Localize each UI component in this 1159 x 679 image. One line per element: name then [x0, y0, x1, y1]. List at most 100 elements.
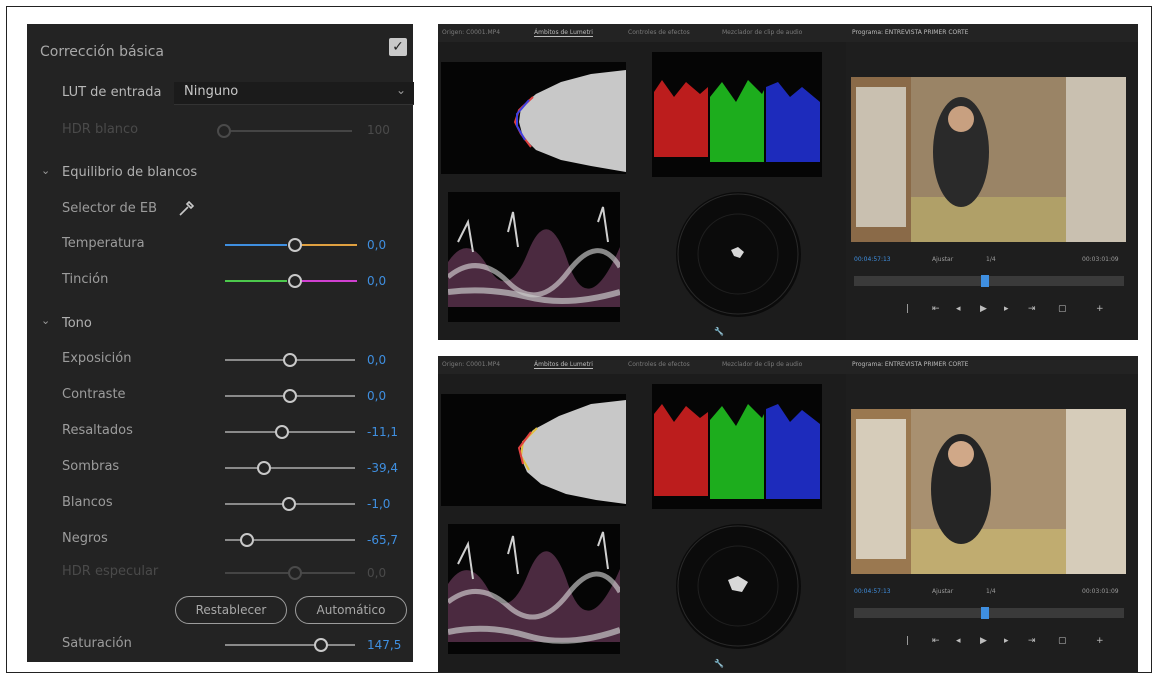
- transport-controls: | ⇤ ◂ ▶ ▸ ⇥ ▢ +: [906, 304, 1126, 316]
- wb-selector-label: Selector de EB: [62, 201, 158, 216]
- step-forward-icon[interactable]: ▸: [1004, 636, 1009, 646]
- saturation-thumb[interactable]: [314, 638, 329, 652]
- auto-button[interactable]: Automático: [295, 596, 407, 624]
- program-scrubber[interactable]: [854, 275, 1124, 287]
- tint-value[interactable]: 0,0: [367, 274, 386, 288]
- tab-effect-controls[interactable]: Controles de efectos: [628, 29, 690, 36]
- hdr-white-thumb: [217, 124, 231, 138]
- tab-source[interactable]: Origen: C0001.MP4: [442, 361, 500, 368]
- tone-slider-label: Sombras: [62, 459, 120, 474]
- section-enable-checkbox[interactable]: ✓: [389, 38, 407, 56]
- playhead[interactable]: [980, 275, 989, 287]
- transport-controls: | ⇤ ◂ ▶ ▸ ⇥ ▢ +: [906, 636, 1126, 648]
- program-title: Programa: ENTREVISTA PRIMER CORTE: [852, 29, 969, 36]
- tone-slider-value[interactable]: -1,0: [367, 497, 390, 511]
- step-back-icon[interactable]: ◂: [956, 304, 961, 314]
- vectorscope: [676, 524, 801, 649]
- current-timecode[interactable]: 00:04:57:13: [854, 256, 891, 263]
- tone-slider-thumb[interactable]: [283, 353, 297, 367]
- tab-lumetri-scopes[interactable]: Ámbitos de Lumetri: [534, 29, 593, 37]
- chevron-down-icon: ⌄: [395, 83, 406, 97]
- chevron-down-icon[interactable]: ⌄: [41, 164, 50, 177]
- button-editor-icon[interactable]: +: [1096, 636, 1104, 646]
- program-monitor: 00:04:57:13 Ajustar 1/4 00:03:01:09 | ⇤ …: [846, 42, 1138, 340]
- tone-slider-thumb[interactable]: [275, 425, 290, 439]
- fit-select[interactable]: Ajustar: [932, 256, 953, 263]
- program-scrubber[interactable]: [854, 607, 1124, 619]
- go-to-in-icon[interactable]: ⇤: [932, 636, 940, 646]
- tone-slider-value[interactable]: 0,0: [367, 389, 386, 403]
- temperature-label: Temperatura: [62, 236, 145, 251]
- tone-slider-thumb[interactable]: [281, 497, 296, 511]
- button-editor-icon[interactable]: +: [1096, 304, 1104, 314]
- current-timecode[interactable]: 00:04:57:13: [854, 588, 891, 595]
- duration-timecode: 00:03:01:09: [1082, 256, 1119, 263]
- hdr-white-slider: [222, 130, 352, 132]
- tone-slider-label: Resaltados: [62, 423, 133, 438]
- lut-label: LUT de entrada: [62, 85, 162, 100]
- wrench-icon[interactable]: 🔧: [714, 659, 724, 668]
- white-balance-title: Equilibrio de blancos: [62, 165, 198, 180]
- duration-timecode: 00:03:01:09: [1082, 588, 1119, 595]
- play-icon[interactable]: ▶: [980, 304, 987, 314]
- play-icon[interactable]: ▶: [980, 636, 987, 646]
- mark-in-icon[interactable]: |: [906, 304, 909, 314]
- chevron-down-icon[interactable]: ⌄: [41, 314, 50, 327]
- tone-slider-thumb[interactable]: [257, 461, 271, 475]
- premiere-screenshot-after: Origen: C0001.MP4 Ámbitos de Lumetri Con…: [438, 356, 1138, 672]
- tone-slider-value[interactable]: -11,1: [367, 425, 398, 439]
- playhead[interactable]: [980, 607, 989, 619]
- tab-audio-mixer[interactable]: Mezclador de clip de audio: [722, 361, 802, 368]
- tab-source[interactable]: Origen: C0001.MP4: [442, 29, 500, 36]
- temperature-track-warm: [299, 244, 357, 246]
- program-video-frame: [851, 77, 1126, 242]
- tone-slider-track[interactable]: [225, 467, 355, 469]
- lumetri-basic-correction-panel: Corrección básica ✓ LUT de entrada Ningu…: [27, 24, 414, 662]
- tint-thumb[interactable]: [288, 274, 302, 288]
- tab-lumetri-scopes[interactable]: Ámbitos de Lumetri: [534, 361, 593, 369]
- go-to-out-icon[interactable]: ⇥: [1028, 636, 1036, 646]
- quality-select[interactable]: 1/4: [986, 256, 996, 263]
- tone-slider-thumb[interactable]: [240, 533, 255, 547]
- tab-audio-mixer[interactable]: Mezclador de clip de audio: [722, 29, 802, 36]
- tone-slider-label: Contraste: [62, 387, 126, 402]
- tint-label: Tinción: [62, 272, 109, 287]
- step-forward-icon[interactable]: ▸: [1004, 304, 1009, 314]
- saturation-label: Saturación: [62, 636, 132, 651]
- tab-effect-controls[interactable]: Controles de efectos: [628, 361, 690, 368]
- histogram-scope: [441, 62, 626, 174]
- tone-slider-track[interactable]: [225, 431, 355, 433]
- rgb-parade-scope: [652, 384, 822, 509]
- hdr-specular-label: HDR especular: [62, 564, 159, 579]
- quality-select[interactable]: 1/4: [986, 588, 996, 595]
- lut-dropdown[interactable]: Ninguno ⌄: [174, 82, 414, 105]
- mark-in-icon[interactable]: |: [906, 636, 909, 646]
- export-frame-icon[interactable]: ▢: [1058, 304, 1067, 314]
- tone-title: Tono: [62, 316, 92, 331]
- program-tab[interactable]: Programa: ENTREVISTA PRIMER CORTE: [846, 24, 1138, 42]
- wrench-icon[interactable]: 🔧: [714, 327, 724, 336]
- temperature-value[interactable]: 0,0: [367, 238, 386, 252]
- saturation-value[interactable]: 147,5: [367, 638, 401, 652]
- program-tab[interactable]: Programa: ENTREVISTA PRIMER CORTE: [846, 356, 1138, 374]
- tone-slider-value[interactable]: -65,7: [367, 533, 398, 547]
- tone-slider-thumb[interactable]: [283, 389, 297, 403]
- temperature-track-cool: [225, 244, 287, 246]
- histogram-scope: [441, 394, 626, 506]
- tone-slider-value[interactable]: 0,0: [367, 353, 386, 367]
- step-back-icon[interactable]: ◂: [956, 636, 961, 646]
- go-to-in-icon[interactable]: ⇤: [932, 304, 940, 314]
- go-to-out-icon[interactable]: ⇥: [1028, 304, 1036, 314]
- export-frame-icon[interactable]: ▢: [1058, 636, 1067, 646]
- saturation-slider: [225, 644, 355, 646]
- tone-slider-value[interactable]: -39,4: [367, 461, 398, 475]
- temperature-thumb[interactable]: [288, 238, 302, 252]
- vectorscope: [676, 192, 801, 317]
- lumetri-scopes: 🔧: [438, 374, 846, 672]
- program-video-frame: [851, 409, 1126, 574]
- waveform-scope: [448, 192, 620, 322]
- hdr-specular-value: 0,0: [367, 566, 387, 580]
- eyedropper-icon[interactable]: [177, 198, 197, 218]
- fit-select[interactable]: Ajustar: [932, 588, 953, 595]
- reset-button[interactable]: Restablecer: [175, 596, 287, 624]
